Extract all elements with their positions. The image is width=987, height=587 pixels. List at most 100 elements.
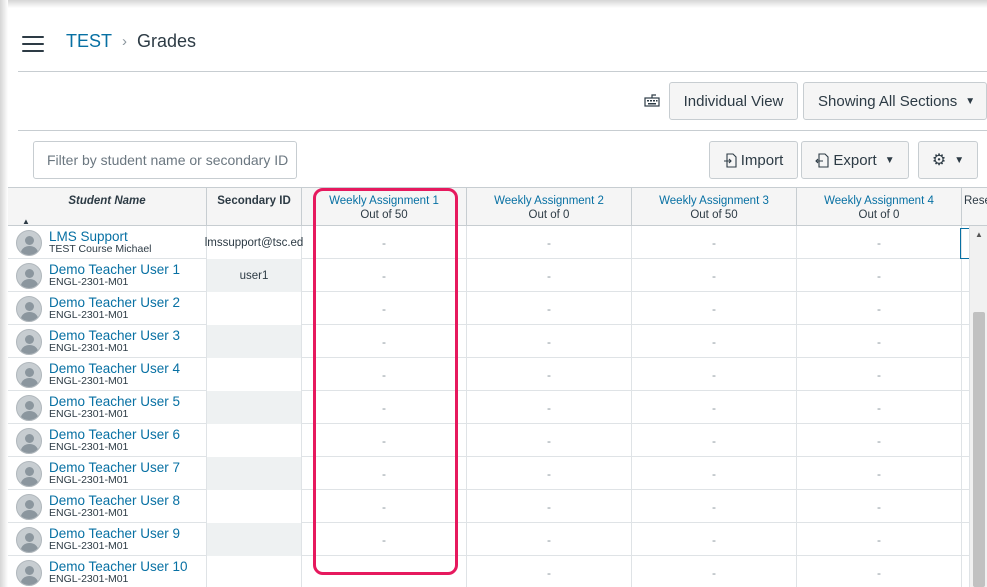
scrollbar-thumb[interactable] bbox=[973, 312, 985, 587]
column-header-weekly-assignment-2[interactable]: Weekly Assignment 2 Out of 0 bbox=[467, 188, 632, 225]
assignment-2-title[interactable]: Weekly Assignment 2 bbox=[467, 194, 631, 208]
student-filter-input[interactable]: Filter by student name or secondary ID bbox=[33, 141, 297, 179]
student-name-link[interactable]: Demo Teacher User 6 bbox=[49, 427, 180, 441]
scroll-up-icon[interactable]: ▲ bbox=[975, 230, 983, 239]
export-button[interactable]: Export ▼ bbox=[801, 141, 909, 179]
student-name-cell[interactable]: Demo Teacher User 6 ENGL-2301-M01 bbox=[8, 424, 207, 457]
student-name-link[interactable]: Demo Teacher User 10 bbox=[49, 559, 188, 573]
student-name-link[interactable]: LMS Support bbox=[49, 229, 152, 243]
grade-cell-assignment-2[interactable]: - bbox=[467, 292, 632, 325]
secondary-id-cell[interactable] bbox=[207, 391, 302, 424]
grade-cell-assignment-1[interactable]: - bbox=[302, 457, 467, 490]
grade-cell-assignment-4[interactable]: - bbox=[797, 523, 962, 556]
vertical-scrollbar[interactable]: ▲ bbox=[969, 226, 987, 587]
column-header-weekly-assignment-4[interactable]: Weekly Assignment 4 Out of 0 bbox=[797, 188, 962, 225]
grade-cell-assignment-3[interactable]: - bbox=[632, 457, 797, 490]
secondary-id-cell[interactable] bbox=[207, 358, 302, 391]
assignment-4-title[interactable]: Weekly Assignment 4 bbox=[797, 194, 961, 208]
student-name-link[interactable]: Demo Teacher User 8 bbox=[49, 493, 180, 507]
student-name-cell[interactable]: Demo Teacher User 4 ENGL-2301-M01 bbox=[8, 358, 207, 391]
secondary-id-cell[interactable] bbox=[207, 292, 302, 325]
grade-cell-assignment-3[interactable]: - bbox=[632, 490, 797, 523]
grade-cell-assignment-4[interactable]: - bbox=[797, 391, 962, 424]
student-name-link[interactable]: Demo Teacher User 3 bbox=[49, 328, 180, 342]
secondary-id-cell[interactable] bbox=[207, 556, 302, 587]
student-name-cell[interactable]: LMS Support TEST Course Michael bbox=[8, 226, 207, 259]
hamburger-menu-icon[interactable] bbox=[22, 36, 44, 52]
assignment-1-title[interactable]: Weekly Assignment 1 bbox=[302, 194, 466, 208]
grade-cell-assignment-1[interactable] bbox=[302, 556, 467, 587]
gradebook-settings-button[interactable]: ⚙ ▼ bbox=[918, 141, 978, 179]
column-header-next-partial[interactable]: Rese bbox=[962, 188, 987, 225]
secondary-id-cell[interactable] bbox=[207, 523, 302, 556]
grade-cell-assignment-4[interactable]: - bbox=[797, 292, 962, 325]
grade-cell-assignment-4[interactable]: - bbox=[797, 325, 962, 358]
grade-cell-assignment-2[interactable]: - bbox=[467, 226, 632, 259]
assignment-3-title[interactable]: Weekly Assignment 3 bbox=[632, 194, 796, 208]
grade-cell-assignment-4[interactable]: - bbox=[797, 259, 962, 292]
student-name-cell[interactable]: Demo Teacher User 7 ENGL-2301-M01 bbox=[8, 457, 207, 490]
breadcrumb-course-link[interactable]: TEST bbox=[66, 31, 112, 52]
grade-cell-assignment-2[interactable]: - bbox=[467, 259, 632, 292]
student-name-link[interactable]: Demo Teacher User 5 bbox=[49, 394, 180, 408]
grade-cell-assignment-2[interactable]: - bbox=[467, 457, 632, 490]
grade-cell-assignment-3[interactable]: - bbox=[632, 358, 797, 391]
student-name-link[interactable]: Demo Teacher User 9 bbox=[49, 526, 180, 540]
grade-cell-assignment-3[interactable]: - bbox=[632, 391, 797, 424]
student-name-link[interactable]: Demo Teacher User 7 bbox=[49, 460, 180, 474]
column-header-student-name[interactable]: Student Name ▲ bbox=[8, 188, 207, 226]
grade-cell-assignment-1[interactable]: - bbox=[302, 391, 467, 424]
grade-cell-assignment-2[interactable]: - bbox=[467, 556, 632, 587]
grade-cell-assignment-4[interactable]: - bbox=[797, 457, 962, 490]
import-button[interactable]: Import bbox=[709, 141, 798, 179]
grade-cell-assignment-1[interactable]: - bbox=[302, 490, 467, 523]
secondary-id-cell[interactable]: lmssupport@tsc.ed bbox=[205, 226, 303, 259]
column-header-secondary-id[interactable]: Secondary ID bbox=[207, 188, 302, 225]
grade-cell-assignment-2[interactable]: - bbox=[467, 424, 632, 457]
grade-cell-assignment-4[interactable]: - bbox=[797, 358, 962, 391]
grade-cell-assignment-1[interactable]: - bbox=[302, 358, 467, 391]
grade-cell-assignment-2[interactable]: - bbox=[467, 391, 632, 424]
student-name-cell[interactable]: Demo Teacher User 2 ENGL-2301-M01 bbox=[8, 292, 207, 325]
grade-cell-assignment-3[interactable]: - bbox=[632, 259, 797, 292]
keyboard-icon[interactable] bbox=[644, 93, 660, 107]
grade-cell-assignment-1[interactable]: - bbox=[302, 292, 467, 325]
grade-cell-assignment-2[interactable]: - bbox=[467, 325, 632, 358]
secondary-id-cell[interactable] bbox=[207, 424, 302, 457]
secondary-id-cell[interactable] bbox=[207, 325, 302, 358]
grade-cell-assignment-1[interactable]: - bbox=[302, 259, 467, 292]
grade-cell-assignment-4[interactable]: - bbox=[797, 490, 962, 523]
grade-cell-assignment-3[interactable]: - bbox=[632, 424, 797, 457]
grade-cell-assignment-1[interactable]: - bbox=[302, 325, 467, 358]
grade-cell-assignment-3[interactable]: - bbox=[632, 325, 797, 358]
student-name-cell[interactable]: Demo Teacher User 10 ENGL-2301-M01 bbox=[8, 556, 207, 587]
grade-cell-assignment-1[interactable]: - bbox=[302, 424, 467, 457]
student-name-link[interactable]: Demo Teacher User 2 bbox=[49, 295, 180, 309]
column-header-weekly-assignment-1[interactable]: Weekly Assignment 1 Out of 50 bbox=[302, 188, 467, 225]
grade-cell-assignment-4[interactable]: - bbox=[797, 226, 962, 259]
grade-cell-assignment-4[interactable]: - bbox=[797, 424, 962, 457]
student-name-cell[interactable]: Demo Teacher User 3 ENGL-2301-M01 bbox=[8, 325, 207, 358]
student-name-cell[interactable]: Demo Teacher User 5 ENGL-2301-M01 bbox=[8, 391, 207, 424]
grade-cell-assignment-1[interactable]: - bbox=[302, 523, 467, 556]
student-name-cell[interactable]: Demo Teacher User 1 ENGL-2301-M01 bbox=[8, 259, 207, 292]
student-name-link[interactable]: Demo Teacher User 4 bbox=[49, 361, 180, 375]
grade-cell-assignment-1[interactable]: - bbox=[302, 226, 467, 259]
grade-cell-assignment-3[interactable]: - bbox=[632, 292, 797, 325]
student-name-cell[interactable]: Demo Teacher User 9 ENGL-2301-M01 bbox=[8, 523, 207, 556]
secondary-id-cell[interactable]: user1 bbox=[207, 259, 302, 292]
section-filter-dropdown[interactable]: Showing All Sections ▼ bbox=[803, 82, 987, 120]
student-name-cell[interactable]: Demo Teacher User 8 ENGL-2301-M01 bbox=[8, 490, 207, 523]
grade-cell-assignment-2[interactable]: - bbox=[467, 523, 632, 556]
grade-cell-assignment-3[interactable]: - bbox=[632, 226, 797, 259]
grade-cell-assignment-3[interactable]: - bbox=[632, 556, 797, 587]
column-header-weekly-assignment-3[interactable]: Weekly Assignment 3 Out of 50 bbox=[632, 188, 797, 225]
grade-cell-assignment-4[interactable]: - bbox=[797, 556, 962, 587]
grade-cell-assignment-3[interactable]: - bbox=[632, 523, 797, 556]
secondary-id-cell[interactable] bbox=[207, 490, 302, 523]
grade-cell-assignment-2[interactable]: - bbox=[467, 490, 632, 523]
grade-cell-assignment-2[interactable]: - bbox=[467, 358, 632, 391]
individual-view-button[interactable]: Individual View bbox=[669, 82, 798, 120]
student-name-link[interactable]: Demo Teacher User 1 bbox=[49, 262, 180, 276]
secondary-id-cell[interactable] bbox=[207, 457, 302, 490]
